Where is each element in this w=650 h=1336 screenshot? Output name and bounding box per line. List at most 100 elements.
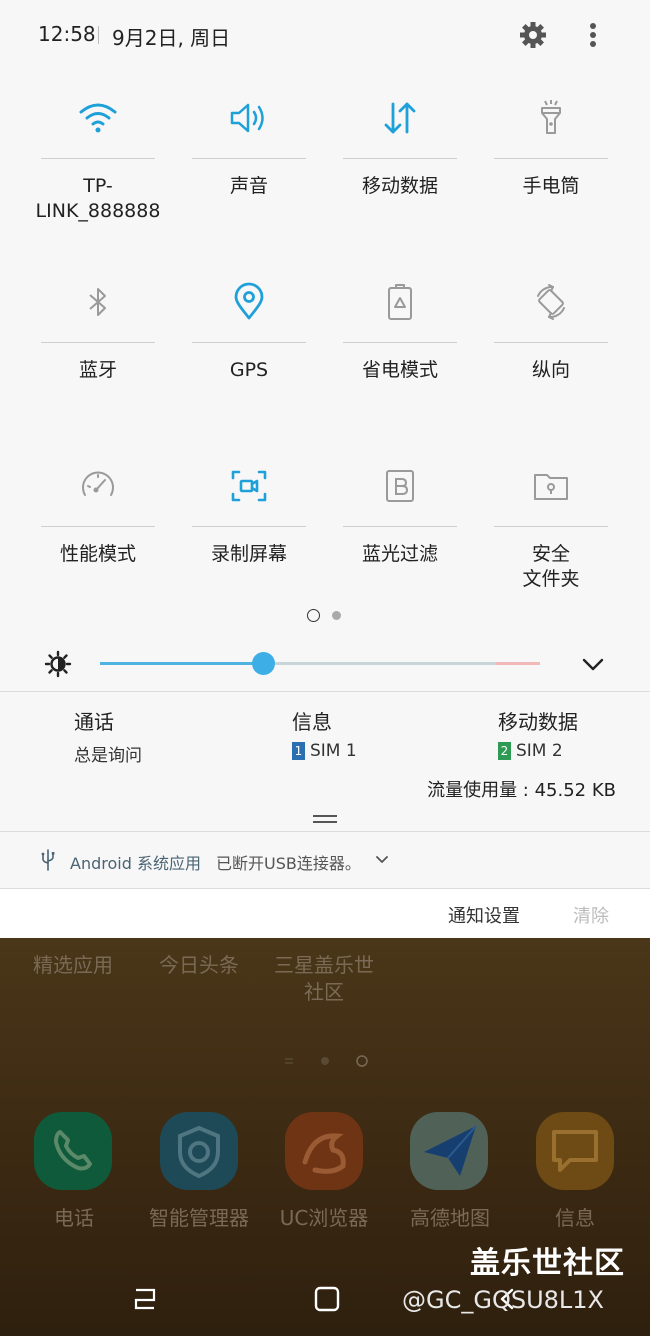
sim2-badge: 2 [498, 742, 511, 760]
brightness-high-zone [496, 662, 540, 665]
sim-data-value: SIM 2 [516, 741, 563, 761]
uc-browser-app-icon[interactable] [285, 1112, 363, 1190]
home-app-label[interactable]: 精选应用 [13, 952, 133, 979]
recent-apps-icon[interactable] [130, 1284, 160, 1314]
tile-screen-record[interactable]: 录制屏幕 [192, 452, 306, 612]
tile-label: 移动数据 [361, 175, 438, 197]
tile-label: 蓝牙 [78, 359, 117, 381]
chevron-down-icon[interactable] [580, 652, 606, 676]
phone-app-icon[interactable] [34, 1112, 112, 1190]
blue-light-filter-icon [386, 470, 414, 502]
tile-rotation[interactable]: 纵向 [494, 268, 608, 428]
screen-record-icon [231, 470, 267, 502]
dock-app-label: UC浏览器 [279, 1206, 369, 1230]
section-divider [0, 691, 650, 692]
page-indicator-active [307, 609, 320, 622]
tile-gps[interactable]: GPS [192, 268, 306, 428]
sim1-badge: 1 [292, 742, 305, 760]
expand-chevron-icon[interactable] [374, 852, 390, 868]
sim-messages[interactable]: 信息 1 SIM 1 [292, 706, 357, 761]
tile-label: 录制屏幕 [210, 543, 287, 565]
tile-label: 手电筒 [522, 175, 580, 197]
sim-messages-title: 信息 [292, 710, 332, 734]
notification-actions [0, 889, 650, 938]
brightness-thumb[interactable] [252, 652, 275, 675]
status-date: 9月2日, 周日 [112, 26, 231, 50]
tile-power-saving[interactable]: 省电模式 [343, 268, 457, 428]
brightness-fill [100, 662, 263, 665]
bluetooth-icon [89, 288, 106, 316]
dock-app-label: 信息 [555, 1206, 595, 1230]
tile-wifi[interactable]: TP- LINK_888888 [36, 84, 160, 244]
dock-app-label: 电话 [54, 1206, 94, 1230]
tile-flashlight[interactable]: 手电筒 [494, 84, 608, 244]
tile-mobile-data[interactable]: 移动数据 [343, 84, 457, 244]
tile-sound[interactable]: 声音 [192, 84, 306, 244]
home-button-icon[interactable] [312, 1284, 342, 1314]
home-app-label[interactable]: 今日头条 [139, 952, 259, 979]
status-bar: 12:58 9月2日, 周日 [0, 0, 650, 70]
tile-divider [192, 158, 306, 159]
battery-saver-icon [388, 284, 412, 320]
tile-label: 声音 [229, 175, 268, 197]
mobile-data-icon [384, 102, 416, 134]
sim-data-title: 移动数据 [498, 710, 578, 734]
performance-icon [82, 471, 114, 496]
tile-secure-folder[interactable]: 安全 文件夹 [494, 452, 608, 612]
tile-label: 蓝光过滤 [361, 543, 438, 565]
tile-label: 省电模式 [361, 359, 438, 381]
smart-manager-app-icon[interactable] [160, 1112, 238, 1190]
notification-app-name: Android 系统应用 [70, 854, 201, 873]
notification-message: 已断开USB连接器。 [216, 854, 361, 873]
wifi-icon [79, 103, 117, 133]
tile-divider [192, 342, 306, 343]
sim-calls[interactable]: 通话 总是询问 [74, 706, 142, 766]
tile-divider [494, 526, 608, 527]
tile-divider [41, 526, 155, 527]
brightness-slider[interactable] [100, 652, 540, 675]
tile-divider [343, 158, 457, 159]
tile-label: 性能模式 [59, 543, 136, 565]
sim-messages-value: SIM 1 [310, 741, 357, 761]
data-usage: 流量使用量 : 45.52 KB [427, 780, 616, 801]
tile-performance[interactable]: 性能模式 [41, 452, 155, 612]
dock-app-label: 智能管理器 [149, 1206, 249, 1230]
watermark-handle: @GC_GQSU8L1X [402, 1286, 604, 1314]
tile-divider [192, 526, 306, 527]
sim-calls-value: 总是询问 [74, 746, 142, 766]
tile-bluetooth[interactable]: 蓝牙 [41, 268, 155, 428]
tile-label: GPS [229, 359, 269, 381]
tile-divider [494, 158, 608, 159]
usb-icon [41, 849, 55, 871]
tile-divider [494, 342, 608, 343]
gear-icon[interactable] [518, 20, 548, 50]
sim-mobile-data[interactable]: 移动数据 2 SIM 2 [498, 706, 578, 761]
sim-calls-title: 通话 [74, 710, 114, 734]
messages-app-icon[interactable] [536, 1112, 614, 1190]
home-page-indicator [285, 1055, 368, 1067]
watermark-title: 盖乐世社区 [470, 1246, 625, 1281]
home-app-label[interactable]: 三星盖乐世 社区 [264, 952, 384, 1006]
tile-label: 纵向 [531, 359, 570, 381]
sound-icon [230, 103, 264, 133]
tile-blue-light-filter[interactable]: 蓝光过滤 [343, 452, 457, 612]
secure-folder-icon [534, 474, 568, 500]
brightness-icon [44, 650, 72, 678]
rotation-icon [537, 284, 565, 320]
tile-divider [41, 158, 155, 159]
page-indicator [332, 611, 341, 620]
notification-settings-button[interactable]: 通知设置 [448, 902, 520, 928]
tile-divider [343, 526, 457, 527]
tile-divider [343, 342, 457, 343]
status-separator [98, 26, 99, 44]
location-icon [234, 282, 264, 320]
clear-button[interactable]: 清除 [573, 902, 609, 928]
amap-app-icon[interactable] [410, 1112, 488, 1190]
status-time: 12:58 [38, 22, 96, 46]
tile-label: TP- LINK_888888 [35, 175, 161, 222]
drag-handle[interactable] [313, 815, 337, 823]
tile-divider [41, 342, 155, 343]
notification-panel: 12:58 9月2日, 周日 TP- LINK_888888 声音 移动数据 手… [0, 0, 650, 938]
more-options-icon[interactable] [580, 18, 606, 52]
tile-label: 安全 文件夹 [522, 543, 580, 590]
